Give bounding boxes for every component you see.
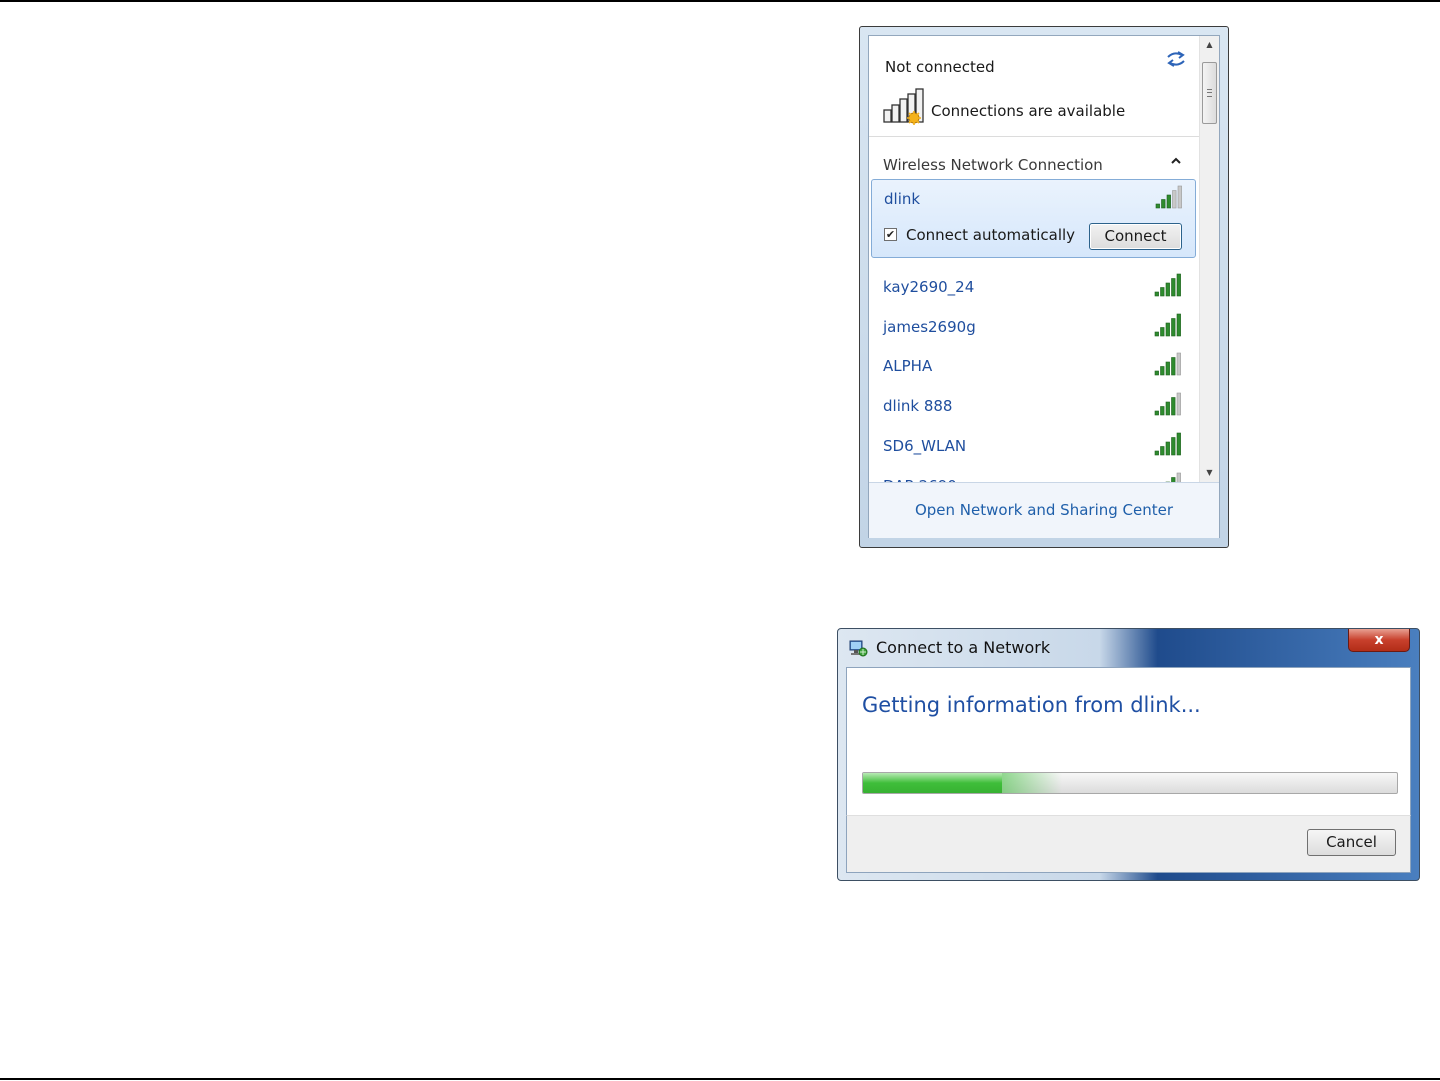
network-item[interactable]: SD6_WLAN xyxy=(883,437,966,455)
page-top-rule xyxy=(0,0,1440,2)
progress-fill xyxy=(863,773,1062,793)
signal-strength-icon xyxy=(1153,472,1183,482)
network-item[interactable]: james2690g xyxy=(883,318,976,336)
network-item[interactable]: ALPHA xyxy=(883,357,932,375)
connect-automatically-label: Connect automatically xyxy=(906,226,1076,244)
divider xyxy=(869,136,1199,137)
network-item[interactable]: kay2690_24 xyxy=(883,278,974,296)
page-bottom-rule xyxy=(0,1078,1440,1080)
chevron-up-icon[interactable] xyxy=(1170,155,1182,167)
network-computer-icon xyxy=(849,640,868,657)
dialog-title: Connect to a Network xyxy=(876,638,1051,657)
signal-strength-icon xyxy=(1154,185,1184,209)
grip-icon xyxy=(1207,89,1212,97)
status-message: Getting information from dlink... xyxy=(862,693,1201,717)
scroll-down-arrow-icon[interactable]: ▼ xyxy=(1200,464,1219,482)
selected-network-item[interactable]: dlink ✔ Connect automatically Connect xyxy=(871,179,1196,258)
scroll-thumb[interactable] xyxy=(1202,62,1217,124)
progress-bar xyxy=(862,772,1398,794)
refresh-arrows-icon[interactable] xyxy=(1165,50,1187,68)
network-list-area: Not connected Connections are available … xyxy=(869,36,1199,482)
connect-button[interactable]: Connect xyxy=(1089,223,1182,250)
dialog-footer: Cancel xyxy=(846,815,1411,873)
signal-strength-icon xyxy=(1153,273,1183,297)
scrollbar[interactable]: ▲ ▼ xyxy=(1199,36,1219,482)
signal-strength-icon xyxy=(1153,432,1183,456)
network-available-icon xyxy=(883,88,924,125)
connections-available-text: Connections are available xyxy=(931,102,1126,120)
signal-strength-icon xyxy=(1153,392,1183,416)
connect-automatically-checkbox[interactable]: ✔ xyxy=(884,228,897,241)
signal-strength-icon xyxy=(1153,313,1183,337)
network-name: dlink xyxy=(884,190,921,208)
connect-dialog: Connect to a Network x Getting informati… xyxy=(837,628,1420,881)
dialog-content: Getting information from dlink... xyxy=(846,667,1411,815)
flyout-footer: Open Network and Sharing Center xyxy=(869,482,1219,538)
connection-status: Not connected xyxy=(885,58,995,76)
signal-strength-icon xyxy=(1153,352,1183,376)
network-item[interactable]: dlink 888 xyxy=(883,397,952,415)
flyout-panel: Not connected Connections are available … xyxy=(868,35,1220,538)
network-flyout: Not connected Connections are available … xyxy=(859,26,1229,548)
section-header: Wireless Network Connection xyxy=(883,156,1103,174)
close-button[interactable]: x xyxy=(1348,629,1410,652)
dialog-title-bar[interactable]: Connect to a Network x xyxy=(838,629,1419,667)
cancel-button[interactable]: Cancel xyxy=(1307,829,1396,856)
scroll-up-arrow-icon[interactable]: ▲ xyxy=(1200,36,1219,54)
open-network-sharing-center-link[interactable]: Open Network and Sharing Center xyxy=(869,501,1219,519)
